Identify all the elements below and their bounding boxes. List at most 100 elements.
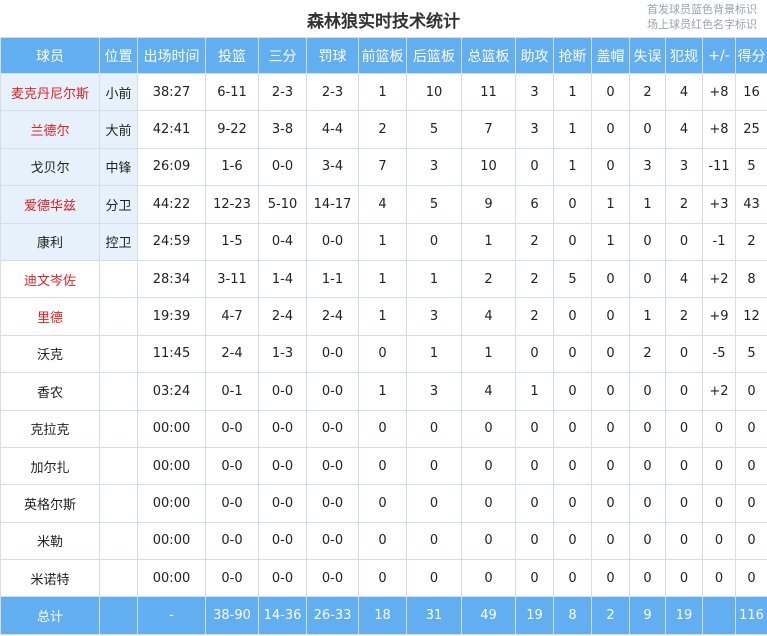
stat-cell: 1 [461, 222, 516, 261]
stat-cell: 12-23 [205, 185, 259, 224]
column-header[interactable]: 三分 [258, 37, 307, 74]
stat-cell: 0 [702, 521, 736, 561]
column-header[interactable]: 助攻 [515, 37, 554, 74]
player-row: 里德 19:39 4-7 2-4 2-4 1 3 4 2 0 0 1 2 +9 12 [0, 297, 767, 336]
player-name[interactable]: 麦克丹尼尔斯 [0, 72, 100, 112]
stat-cell: 1 [461, 334, 516, 374]
player-name[interactable]: 兰德尔 [0, 110, 100, 149]
legend-on-court-note: 场上球员红色名字标识 [647, 18, 757, 31]
player-name[interactable]: 英格尔斯 [0, 484, 100, 523]
total-cell: 26-33 [306, 596, 359, 636]
stat-cell: 0-0 [258, 147, 307, 187]
player-name[interactable]: 米诺特 [0, 559, 100, 598]
stat-cell: -1 [702, 222, 736, 261]
column-header[interactable]: 失误 [629, 37, 666, 74]
player-row: 香农 03:24 0-1 0-0 0-0 1 3 4 1 0 0 0 0 +2 0 [0, 372, 767, 411]
stat-cell: 0 [665, 334, 703, 374]
column-header[interactable]: 后篮板 [406, 37, 462, 74]
stat-cell: 1-5 [205, 222, 259, 261]
stat-cell: 2 [665, 185, 703, 224]
column-header[interactable]: 投篮 [205, 37, 259, 74]
stat-cell: 0 [629, 484, 666, 523]
player-name[interactable]: 克拉克 [0, 409, 100, 448]
stat-cell: 0 [591, 72, 630, 112]
column-header[interactable]: 犯规 [665, 37, 703, 74]
stat-cell: 0-0 [205, 521, 259, 561]
stat-cell: 0 [629, 222, 666, 261]
player-name[interactable]: 戈贝尔 [0, 147, 100, 187]
stat-cell [99, 484, 138, 523]
column-header[interactable]: 位置 [99, 37, 138, 74]
stat-cell: 1 [591, 222, 630, 261]
stat-cell: 0 [629, 110, 666, 149]
stat-cell: 0 [461, 446, 516, 486]
stat-cell: 0 [629, 446, 666, 486]
stat-cell: 1 [553, 110, 592, 149]
stat-cell: 0-0 [258, 409, 307, 448]
stat-cell: 0-0 [306, 372, 359, 411]
stat-cell: 1 [358, 297, 407, 336]
stat-cell: 0-0 [306, 222, 359, 261]
stat-cell: 0 [515, 484, 554, 523]
stat-cell: 2-3 [306, 72, 359, 112]
stat-cell: 5 [406, 110, 462, 149]
column-header[interactable]: 总篮板 [461, 37, 516, 74]
stat-cell: +2 [702, 259, 736, 299]
column-header[interactable]: 罚球 [306, 37, 359, 74]
stat-cell: 0 [665, 372, 703, 411]
column-header[interactable]: +/- [702, 37, 736, 74]
player-name[interactable]: 迪文岑佐 [0, 259, 100, 299]
stat-cell: 0 [358, 334, 407, 374]
stat-cell: 2 [515, 297, 554, 336]
column-header[interactable]: 得分 [735, 37, 767, 74]
player-name[interactable]: 沃克 [0, 334, 100, 374]
player-name[interactable]: 加尔扎 [0, 446, 100, 486]
total-cell: 2 [591, 596, 630, 636]
stat-cell: 0 [735, 372, 767, 411]
stat-cell: 43 [735, 185, 767, 224]
stat-cell: +8 [702, 110, 736, 149]
stat-cell: 0 [591, 484, 630, 523]
player-name[interactable]: 里德 [0, 297, 100, 336]
stat-cell: 1 [515, 372, 554, 411]
player-name[interactable]: 爱德华兹 [0, 185, 100, 224]
column-header[interactable]: 出场时间 [137, 37, 206, 74]
stat-cell: 00:00 [137, 446, 206, 486]
stat-cell: 0-0 [205, 409, 259, 448]
player-name[interactable]: 康利 [0, 222, 100, 261]
column-header[interactable]: 球员 [0, 37, 100, 74]
column-header[interactable]: 盖帽 [591, 37, 630, 74]
stat-cell: 1 [406, 259, 462, 299]
stat-cell: 2 [461, 259, 516, 299]
stat-cell [99, 559, 138, 598]
stat-cell: 1 [358, 372, 407, 411]
player-row: 迪文岑佐 28:34 3-11 1-4 1-1 1 1 2 2 5 0 0 4 +2 8 [0, 259, 767, 299]
stat-cell: 0 [515, 409, 554, 448]
stat-cell: 0 [629, 409, 666, 448]
stat-cell: 3-8 [258, 110, 307, 149]
column-header[interactable]: 抢断 [553, 37, 592, 74]
stat-cell: 0 [553, 484, 592, 523]
total-cell: 116 [735, 596, 767, 636]
stat-cell: 26:09 [137, 147, 206, 187]
stat-cell: 0 [553, 222, 592, 261]
stat-cell: 1 [629, 185, 666, 224]
stat-cell: +2 [702, 372, 736, 411]
player-name[interactable]: 米勒 [0, 521, 100, 561]
stat-cell: 0 [553, 297, 592, 336]
stat-cell: 4 [461, 297, 516, 336]
stat-cell: 0 [591, 334, 630, 374]
player-row: 英格尔斯 00:00 0-0 0-0 0-0 0 0 0 0 0 0 0 0 0 0 [0, 484, 767, 523]
player-row: 沃克 11:45 2-4 1-3 0-0 0 1 1 0 0 0 2 0 -5 5 [0, 334, 767, 374]
player-name[interactable]: 香农 [0, 372, 100, 411]
stat-cell: 2-3 [258, 72, 307, 112]
column-header[interactable]: 前篮板 [358, 37, 407, 74]
stat-cell: 0 [515, 334, 554, 374]
stat-cell: 3-11 [205, 259, 259, 299]
stat-cell: 12 [735, 297, 767, 336]
stat-cell: 28:34 [137, 259, 206, 299]
stat-cell: 2 [358, 110, 407, 149]
stat-cell: 0 [665, 559, 703, 598]
total-cell: 19 [515, 596, 554, 636]
stat-cell: 大前 [99, 110, 138, 149]
